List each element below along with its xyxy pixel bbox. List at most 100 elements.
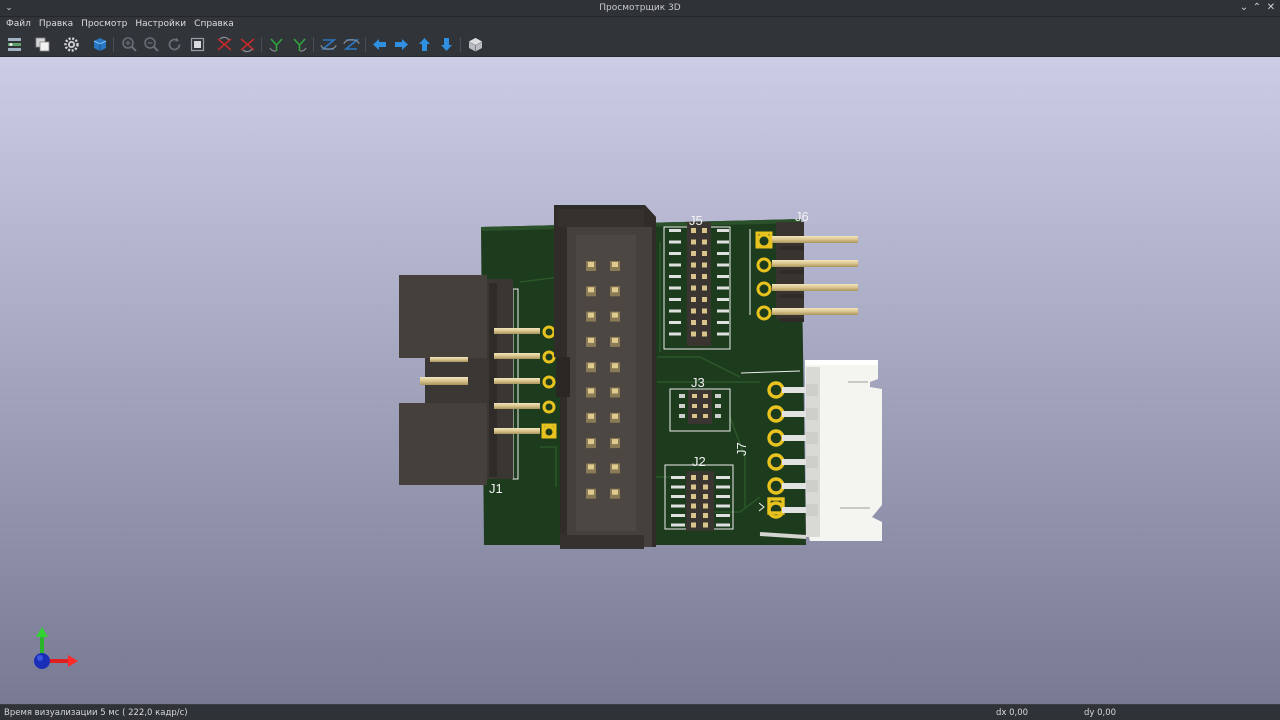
pin: [702, 262, 707, 268]
menu-help[interactable]: Справка: [190, 17, 238, 32]
toolbar-separator: [365, 37, 366, 52]
pin: [703, 475, 708, 480]
pin-tip: [612, 439, 618, 445]
pin: [782, 483, 808, 489]
rotate-x-cw-icon[interactable]: [215, 35, 234, 54]
pin-tip: [612, 337, 618, 343]
pin: [691, 475, 696, 480]
render-time-status: Время визуализации 5 мс ( 222,0 кадр/с): [4, 708, 188, 718]
toolbar-separator: [113, 37, 114, 52]
pin-tip: [588, 337, 594, 343]
menu-bar: Файл Правка Просмотр Настройки Справка: [0, 17, 1280, 32]
pin: [494, 403, 540, 409]
smd-pad: [669, 229, 681, 232]
rotate-y-cw-icon[interactable]: [267, 35, 286, 54]
arrow-up-icon[interactable]: [415, 35, 434, 54]
pin-tip: [612, 262, 618, 267]
arrow-left-icon[interactable]: [370, 35, 389, 54]
pin: [691, 320, 696, 325]
ref-label-j5: J5: [689, 213, 703, 228]
housing-slot: [806, 384, 818, 396]
pin: [691, 228, 696, 233]
separator: [780, 294, 804, 298]
menu-view[interactable]: Просмотр: [77, 17, 131, 32]
smd-pad: [669, 332, 681, 336]
zoom-out-icon[interactable]: [142, 35, 161, 54]
3d-viewport[interactable]: J1 J5 J6 J3 J2 J7: [0, 57, 1280, 704]
smd-pad: [669, 321, 681, 324]
view-orthographic-icon[interactable]: [466, 35, 485, 54]
minimize-icon[interactable]: ⌄: [1237, 1, 1251, 15]
smd-pad: [717, 298, 729, 301]
smd-pad: [669, 240, 681, 244]
arrow-right-icon[interactable]: [392, 35, 411, 54]
rotate-z-ccw-icon[interactable]: [342, 35, 361, 54]
zoom-in-icon[interactable]: [120, 35, 139, 54]
status-bar: Время визуализации 5 мс ( 222,0 кадр/с) …: [0, 704, 1280, 720]
pin-tip: [588, 489, 594, 495]
pin-tip: [588, 262, 594, 267]
pin: [691, 522, 696, 528]
smd-pad: [716, 476, 730, 479]
pin: [702, 228, 707, 233]
arrow-down-icon[interactable]: [437, 35, 456, 54]
smd-pad: [717, 275, 729, 278]
pin: [691, 331, 696, 337]
smd-pad: [671, 514, 685, 517]
housing-slot: [806, 408, 818, 420]
zoom-fit-icon[interactable]: [188, 35, 207, 54]
smd-pad: [669, 309, 681, 313]
smd-pad: [671, 476, 685, 479]
toolbar-separator: [460, 37, 461, 52]
pin-tip: [612, 287, 618, 293]
pin: [782, 507, 808, 513]
menu-edit[interactable]: Правка: [35, 17, 77, 32]
rotate-x-ccw-icon[interactable]: [238, 35, 257, 54]
pin: [494, 378, 540, 384]
raytracing-icon[interactable]: [90, 35, 109, 54]
smd-pad: [717, 332, 729, 336]
pin: [702, 274, 707, 279]
pin: [691, 513, 696, 518]
pin: [703, 484, 708, 490]
menu-preferences[interactable]: Настройки: [131, 17, 190, 32]
orientation-axes: [34, 627, 78, 669]
pin: [702, 239, 707, 245]
toolbar-separator: [313, 37, 314, 52]
menu-file[interactable]: Файл: [2, 17, 35, 32]
dx-readout: dx 0,00: [996, 708, 1029, 718]
render-settings-icon[interactable]: [5, 35, 24, 54]
pin: [691, 285, 696, 291]
redraw-icon[interactable]: [165, 35, 184, 54]
pin: [494, 353, 540, 359]
smd-pad: [669, 286, 681, 290]
pin-tip: [612, 312, 618, 318]
pin-tip: [612, 388, 618, 394]
maximize-icon[interactable]: ⌃: [1250, 1, 1264, 15]
pin: [772, 260, 858, 267]
title-bar: ⌄ Просмотрщик 3D ⌄ ⌃ ✕: [0, 0, 1280, 17]
ref-label-j7: J7: [734, 442, 749, 456]
pin: [494, 428, 540, 434]
copy-image-icon[interactable]: [33, 35, 52, 54]
pin-tip: [588, 413, 594, 419]
rotate-y-ccw-icon[interactable]: [290, 35, 309, 54]
pin: [703, 522, 708, 528]
separator: [780, 246, 804, 250]
smd-pad: [717, 252, 729, 255]
preferences-gear-icon[interactable]: [62, 35, 81, 54]
rotate-z-cw-icon[interactable]: [319, 35, 338, 54]
smd-pad: [716, 495, 730, 498]
smd-pad: [671, 504, 685, 508]
smd-pad: [669, 298, 681, 301]
pin-tip: [588, 363, 594, 369]
pin: [772, 308, 858, 315]
ref-label-j6: J6: [795, 209, 809, 224]
close-icon[interactable]: ✕: [1264, 1, 1278, 15]
pin-tip: [588, 312, 594, 318]
connector-box-header: [554, 205, 656, 549]
pin: [702, 320, 707, 325]
pin: [691, 484, 696, 490]
pin-tip: [612, 464, 618, 470]
pin: [691, 503, 696, 509]
